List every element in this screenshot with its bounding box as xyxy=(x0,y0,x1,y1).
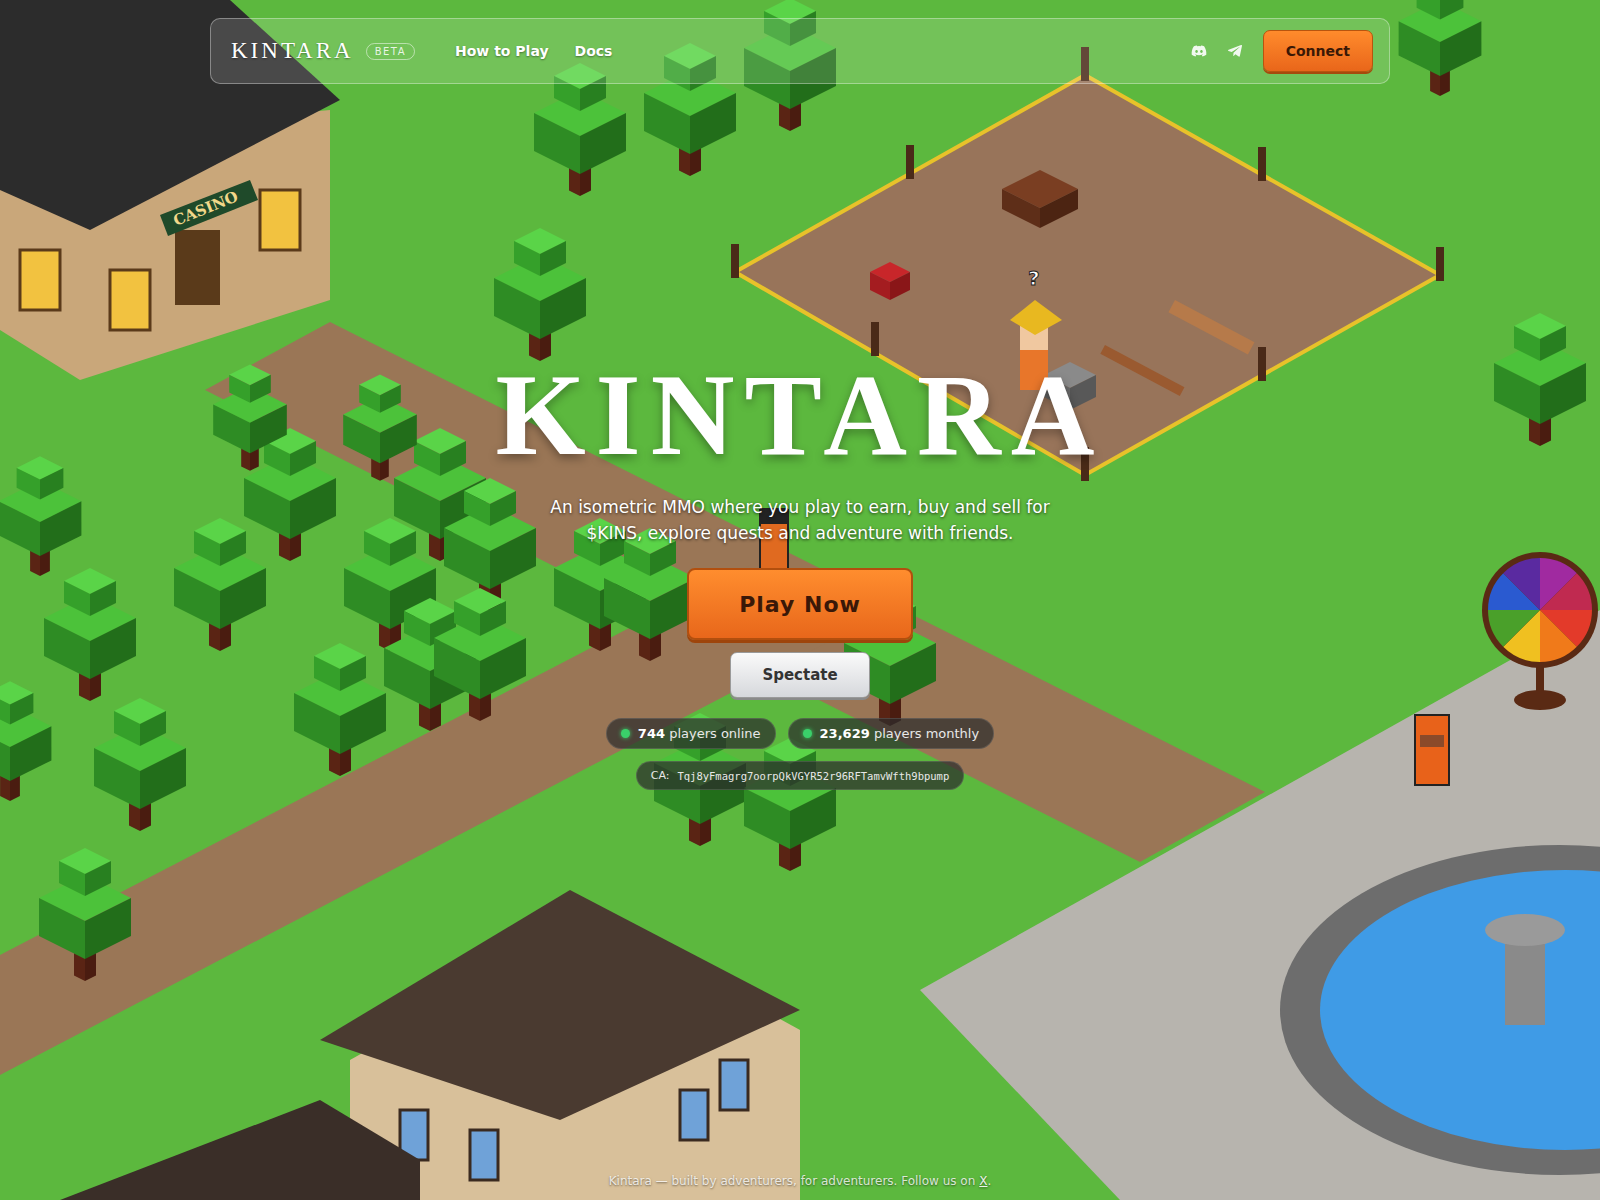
contract-label: CA: xyxy=(651,769,670,782)
stat-pill: 744 players online xyxy=(606,718,776,749)
tree-canopy-top xyxy=(64,568,116,616)
tree xyxy=(1494,313,1586,446)
hero-title: KINTARA xyxy=(495,352,1104,480)
fountain-pillar xyxy=(1505,935,1545,1025)
nav-actions: Connect xyxy=(1191,30,1373,72)
brand: KINTARA BETA xyxy=(231,38,415,64)
hero: KINTARA An isometric MMO where you play t… xyxy=(495,352,1104,790)
stat-count: 744 xyxy=(638,726,665,741)
fence-post xyxy=(1258,147,1266,181)
tree-canopy-top xyxy=(359,374,401,412)
player-character xyxy=(1415,715,1449,785)
footer-link-wrap: X. xyxy=(979,1174,991,1188)
fountain-water xyxy=(1320,870,1600,1150)
contract-address[interactable]: Tqj8yFmagrg7oorpQkVGYR52r96RFTamvWfth9bp… xyxy=(677,770,949,782)
tree xyxy=(39,848,131,981)
tree-canopy-top xyxy=(0,681,33,724)
status-dot xyxy=(803,729,812,738)
tree xyxy=(44,568,136,701)
connect-button[interactable]: Connect xyxy=(1263,30,1373,72)
tree-canopy-top xyxy=(454,588,506,636)
nav-link[interactable]: How to Play xyxy=(455,43,549,59)
tree xyxy=(604,528,696,661)
status-dot xyxy=(621,729,630,738)
fence-post xyxy=(1258,347,1266,381)
tree-canopy-top xyxy=(464,478,516,526)
tree xyxy=(444,478,536,611)
tree-canopy-top xyxy=(194,518,246,566)
tree xyxy=(294,643,386,776)
tree xyxy=(434,588,526,721)
contract-pill[interactable]: CA: Tqj8yFmagrg7oorpQkVGYR52r96RFTamvWfth… xyxy=(636,761,965,790)
footer: Kintara — built by adventurers, for adve… xyxy=(609,1174,992,1200)
tree xyxy=(0,681,51,801)
house xyxy=(60,890,800,1200)
spectate-button[interactable]: Spectate xyxy=(730,652,870,698)
red-crate xyxy=(870,262,910,300)
tree-canopy-top xyxy=(17,456,64,499)
play-now-button[interactable]: Play Now xyxy=(687,568,913,640)
wood-pile xyxy=(1002,170,1078,228)
prize-wheel xyxy=(1482,552,1598,710)
x-link[interactable]: X xyxy=(979,1174,987,1188)
svg-text:?: ? xyxy=(1028,266,1040,290)
fountain-top xyxy=(1485,914,1565,946)
tree xyxy=(213,364,287,470)
tree-canopy-top xyxy=(1417,0,1464,19)
tree-canopy-top xyxy=(59,848,111,896)
fence-post xyxy=(906,145,914,179)
fence-post xyxy=(731,244,739,278)
tree xyxy=(174,518,266,651)
telegram-icon[interactable] xyxy=(1227,43,1243,59)
fence-post xyxy=(871,322,879,356)
hero-subtitle: An isometric MMO where you play to earn,… xyxy=(520,494,1080,547)
tree-canopy-top xyxy=(229,364,271,402)
tree xyxy=(0,456,81,576)
fountain-rim xyxy=(1280,845,1600,1175)
footer-text: Kintara — built by adventurers, for adve… xyxy=(609,1174,976,1188)
tree xyxy=(343,374,417,480)
tree xyxy=(1399,0,1482,96)
tree-canopy-top xyxy=(364,518,416,566)
tree xyxy=(344,518,436,651)
fence-post xyxy=(1436,247,1444,281)
tree-canopy-top xyxy=(114,698,166,746)
tree xyxy=(744,738,836,871)
logo[interactable]: KINTARA xyxy=(231,38,354,64)
tree-canopy-top xyxy=(314,643,366,691)
stat-count: 23,629 xyxy=(820,726,870,741)
tree xyxy=(94,698,186,831)
stat-text: 23,629 players monthly xyxy=(820,726,980,741)
wood-plank xyxy=(1100,345,1184,396)
tree-canopy-top xyxy=(514,228,566,276)
top-nav: KINTARA BETA How to Play Docs Connect xyxy=(210,18,1390,84)
wood-plank xyxy=(1168,300,1254,355)
tree xyxy=(494,228,586,361)
discord-icon[interactable] xyxy=(1191,43,1207,59)
stat-pill: 23,629 players monthly xyxy=(788,718,995,749)
beta-badge: BETA xyxy=(366,43,415,60)
content: KINTARABETAHow to PlayDocsConnectKINTARA… xyxy=(0,0,1600,1200)
tree-canopy-top xyxy=(1514,313,1566,361)
nav-link[interactable]: Docs xyxy=(575,43,613,59)
nav-links: How to Play Docs xyxy=(455,43,612,59)
tree-canopy-top xyxy=(414,428,466,476)
stats-row: 744 players online 23,629 players monthly xyxy=(606,718,994,749)
landing-page: CASINO? KINTARA BETA How to Play Docs Connect… xyxy=(0,0,1600,1200)
stat-text: 744 players online xyxy=(638,726,761,741)
svg-text:CASINO: CASINO xyxy=(171,187,241,229)
